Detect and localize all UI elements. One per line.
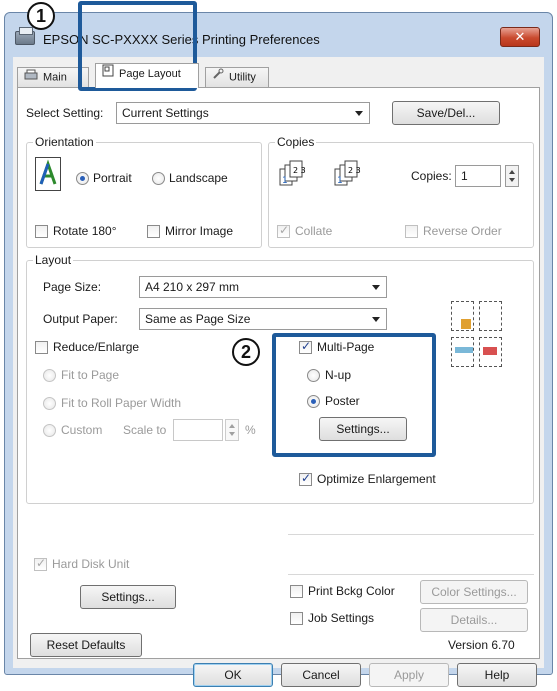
select-setting-dropdown[interactable]: Current Settings: [116, 102, 370, 124]
portrait-label[interactable]: Portrait: [93, 171, 132, 185]
output-paper-value: Same as Page Size: [145, 312, 251, 326]
version-label: Version 6.70: [448, 638, 515, 652]
svg-text:1: 1: [337, 176, 343, 186]
collate-label: Collate: [295, 224, 333, 238]
copies-stepper[interactable]: [505, 165, 519, 187]
print-bckg-color-checkbox[interactable]: [290, 585, 303, 598]
landscape-radio[interactable]: [152, 172, 165, 185]
mirror-image-label[interactable]: Mirror Image: [165, 224, 233, 238]
copies-group: Copies 1 2 3 1 2 3 Copies: 1 ✓ Collate R…: [268, 135, 534, 248]
hard-disk-unit-checkbox[interactable]: [34, 556, 47, 571]
page-size-label: Page Size:: [43, 280, 102, 294]
page-layout-icon: [102, 64, 114, 84]
tab-page-layout[interactable]: Page Layout: [95, 63, 199, 88]
save-del-button[interactable]: Save/Del...: [392, 101, 500, 125]
tab-utility[interactable]: Utility: [205, 67, 269, 87]
dialog-buttons: OK Cancel Apply Help: [13, 661, 544, 691]
help-button[interactable]: Help: [457, 663, 537, 687]
callout-highlight-multi-page: [272, 333, 436, 457]
svg-text:2 3: 2 3: [348, 166, 361, 175]
fit-to-roll-label: Fit to Roll Paper Width: [61, 396, 182, 410]
reset-defaults-button[interactable]: Reset Defaults: [30, 633, 142, 657]
fit-to-page-radio[interactable]: [43, 369, 56, 382]
chevron-down-icon: [355, 111, 363, 116]
callout-badge-1: 1: [27, 2, 55, 30]
output-paper-dropdown[interactable]: Same as Page Size: [139, 308, 387, 330]
separator: [288, 574, 534, 575]
job-settings-label[interactable]: Job Settings: [308, 611, 374, 625]
svg-text:2 3: 2 3: [293, 166, 306, 175]
optimize-enlargement-checkbox[interactable]: [299, 471, 312, 486]
optimize-enlargement-label[interactable]: Optimize Enlargement: [317, 472, 436, 486]
scale-stepper[interactable]: [225, 419, 239, 441]
reduce-enlarge-label[interactable]: Reduce/Enlarge: [53, 340, 139, 354]
poster-page-tr: [479, 301, 502, 331]
poster-image-fragment: [461, 319, 471, 329]
hard-disk-settings-button[interactable]: Settings...: [80, 585, 176, 609]
copies-group-label: Copies: [275, 135, 317, 149]
tab-main-label: Main: [43, 71, 67, 84]
poster-preview-icon: [451, 301, 509, 375]
hard-disk-unit-label: Hard Disk Unit: [52, 557, 130, 571]
landscape-label[interactable]: Landscape: [169, 171, 228, 185]
tab-utility-label: Utility: [229, 71, 256, 84]
poster-image-fragment: [455, 347, 473, 353]
tab-strip: Main Page Layout Utility: [17, 63, 537, 88]
apply-button[interactable]: Apply: [369, 663, 449, 687]
collate-checkbox[interactable]: [277, 223, 290, 238]
collate-preview-icon: 1 2 3 1 2 3: [279, 159, 369, 194]
custom-radio[interactable]: [43, 424, 56, 437]
scale-to-input[interactable]: [173, 419, 223, 441]
output-paper-label: Output Paper:: [43, 312, 118, 326]
page-size-dropdown[interactable]: A4 210 x 297 mm: [139, 276, 387, 298]
mirror-image-checkbox[interactable]: [147, 225, 160, 238]
copies-input[interactable]: 1: [455, 165, 501, 187]
cancel-button[interactable]: Cancel: [281, 663, 361, 687]
portrait-preview-icon: [35, 157, 61, 191]
color-settings-button[interactable]: Color Settings...: [420, 580, 528, 604]
layout-group-label: Layout: [33, 253, 74, 267]
rotate-180-checkbox[interactable]: [35, 225, 48, 238]
fit-to-roll-radio[interactable]: [43, 397, 56, 410]
printer-icon: [24, 68, 38, 87]
orientation-group: Orientation Portrait Landscape Rotate 18…: [26, 135, 262, 248]
ok-button[interactable]: OK: [193, 663, 273, 687]
orientation-group-label: Orientation: [33, 135, 96, 149]
rotate-180-label[interactable]: Rotate 180°: [53, 224, 117, 238]
details-button[interactable]: Details...: [420, 608, 528, 632]
fit-to-page-label: Fit to Page: [61, 368, 120, 382]
reverse-order-label: Reverse Order: [423, 224, 502, 238]
select-setting-label: Select Setting:: [26, 106, 104, 120]
print-bckg-color-label[interactable]: Print Bckg Color: [308, 584, 395, 598]
portrait-radio[interactable]: [76, 172, 89, 185]
printer-icon: [15, 27, 35, 45]
reverse-order-checkbox[interactable]: [405, 225, 418, 238]
select-setting-value: Current Settings: [122, 106, 209, 120]
scale-to-label: Scale to: [123, 423, 167, 437]
percent-label: %: [245, 423, 256, 437]
chevron-down-icon: [372, 317, 380, 322]
separator: [288, 534, 534, 535]
copies-value: 1: [461, 169, 468, 183]
chevron-down-icon: [372, 285, 380, 290]
job-settings-checkbox[interactable]: [290, 612, 303, 625]
page-size-value: A4 210 x 297 mm: [145, 280, 240, 294]
poster-image-fragment: [483, 347, 497, 355]
close-button[interactable]: ✕: [500, 27, 540, 47]
reduce-enlarge-checkbox[interactable]: [35, 341, 48, 354]
svg-text:1: 1: [282, 176, 288, 186]
copies-label: Copies:: [411, 169, 452, 183]
wrench-icon: [212, 68, 224, 87]
tab-page-layout-label: Page Layout: [119, 67, 181, 80]
custom-label: Custom: [61, 423, 103, 437]
callout-badge-2: 2: [232, 338, 260, 366]
